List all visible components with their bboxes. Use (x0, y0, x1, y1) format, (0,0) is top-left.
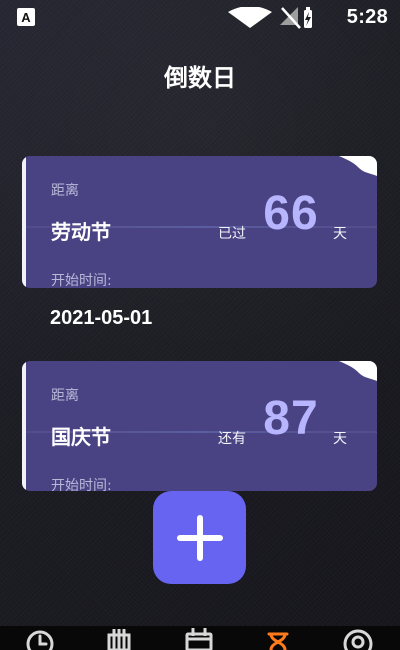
status-icons (228, 7, 312, 29)
hourglass-icon[interactable] (263, 626, 293, 650)
no-signal-icon (280, 7, 301, 29)
clock-icon[interactable] (25, 626, 55, 650)
card-corner-decoration (339, 361, 377, 381)
page-title: 倒数日 (164, 64, 236, 92)
event-days-count: 66 (263, 187, 319, 240)
event-days-unit: 天 (333, 431, 347, 447)
card-distance-label: 距离 (51, 388, 79, 404)
countdown-card-labor-day[interactable]: 距离 劳动节 已过 66 天 开始时间: (22, 156, 377, 288)
event-days-count: 87 (263, 392, 319, 445)
event-name: 国庆节 (51, 425, 111, 449)
countdown-card-national-day[interactable]: 距离 国庆节 还有 87 天 开始时间: (22, 361, 377, 491)
status-bar: A 5:28 (0, 0, 400, 38)
card-corner-decoration (339, 156, 377, 176)
calendar-grid-icon[interactable] (104, 626, 134, 650)
bottom-navigation (0, 626, 400, 650)
plus-icon (176, 514, 223, 561)
card-accent-bar (22, 156, 26, 288)
add-countdown-button[interactable] (153, 491, 246, 584)
status-time: 5:28 (346, 6, 388, 28)
event-status: 已过 (218, 226, 246, 242)
battery-charging-icon (304, 7, 312, 28)
event-name: 劳动节 (51, 220, 111, 244)
profile-icon[interactable] (343, 626, 373, 650)
event-start-label: 开始时间: (51, 478, 112, 491)
calendar-icon[interactable] (184, 626, 214, 650)
event-status: 还有 (218, 431, 246, 447)
event-start-label: 开始时间: (51, 273, 112, 288)
app-status-icon: A (17, 8, 35, 26)
card-accent-bar (22, 361, 26, 491)
event-days-unit: 天 (333, 226, 347, 242)
card-distance-label: 距离 (51, 183, 79, 199)
event-start-date: 2021-05-01 (50, 307, 153, 329)
wifi-icon (228, 7, 272, 28)
